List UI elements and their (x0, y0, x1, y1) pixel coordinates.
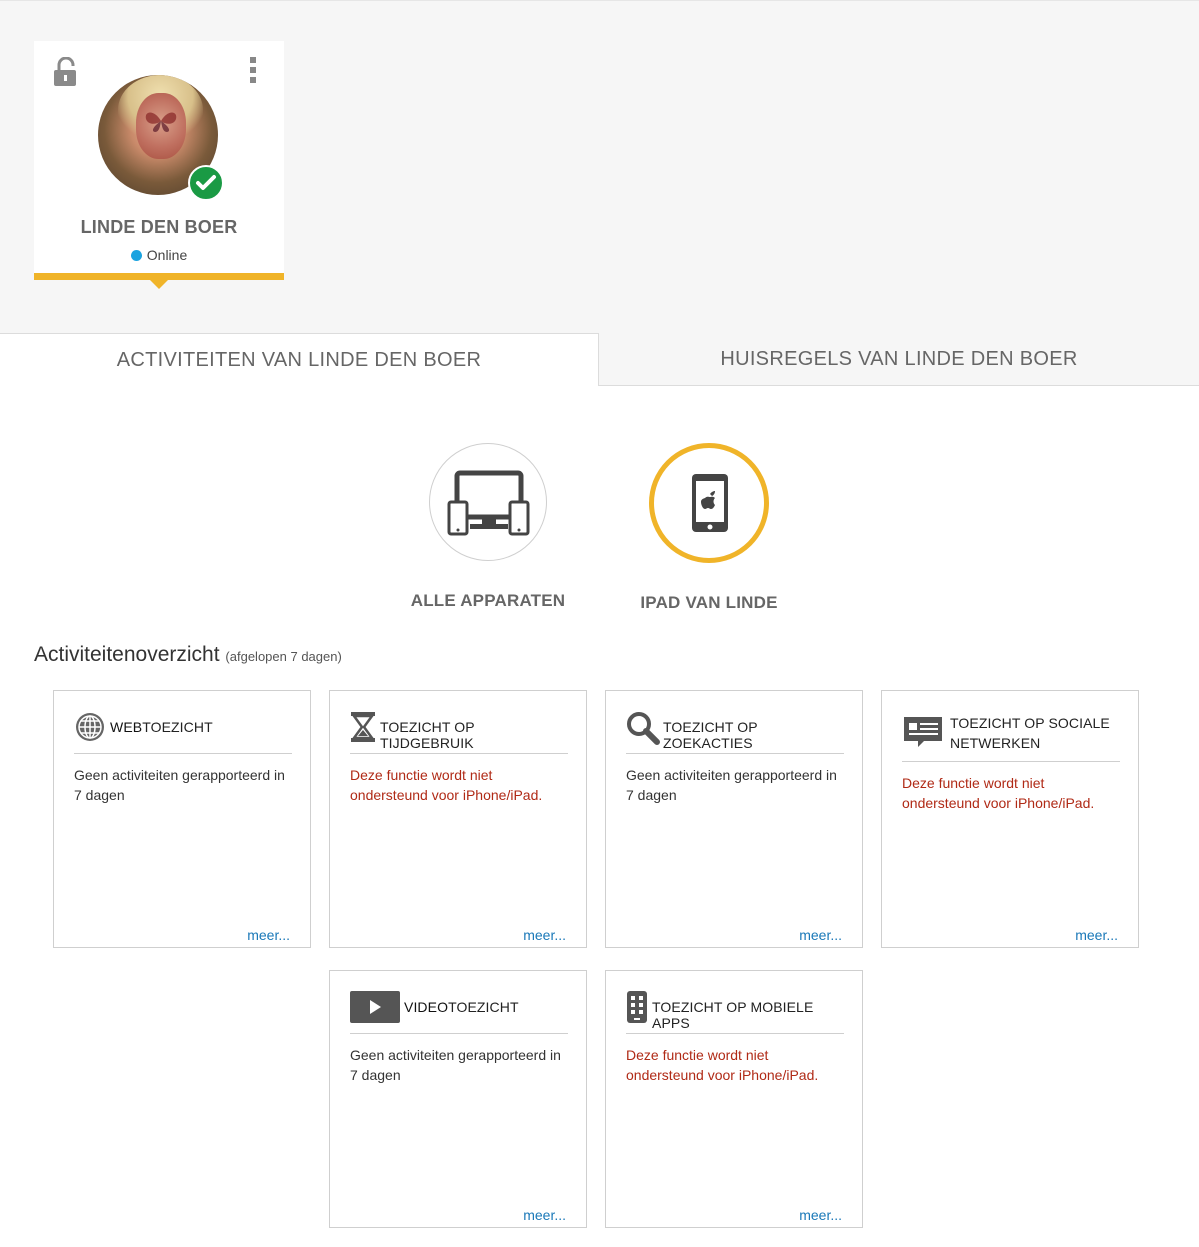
tab-activities[interactable]: ACTIVITEITEN VAN LINDE DEN BOER (0, 333, 599, 386)
tab-house-rules[interactable]: HUISREGELS VAN LINDE DEN BOER (599, 333, 1199, 386)
more-link[interactable]: meer... (523, 1207, 566, 1223)
card-message: Deze functie wordt niet ondersteund voor… (902, 775, 1095, 811)
card-message: Geen activiteiten gerapporteerd in 7 dag… (350, 1047, 561, 1083)
all-devices-icon[interactable] (429, 443, 547, 561)
card-social-networks: TOEZICHT OP SOCIALE NETWERKEN Deze funct… (881, 690, 1139, 948)
social-network-icon (904, 717, 942, 747)
online-status: Online (34, 247, 284, 263)
device-ipad[interactable]: IPAD VAN LINDE (609, 443, 809, 613)
overview-heading: Activiteitenoverzicht (34, 643, 220, 666)
card-title: TOEZICHT OP TIJDGEBRUIK (380, 719, 475, 751)
card-mobile-apps: TOEZICHT OP MOBIELE APPS Deze functie wo… (605, 970, 863, 1228)
overview-title: Activiteitenoverzicht (afgelopen 7 dagen… (34, 643, 342, 667)
status-dot-icon (130, 250, 142, 261)
more-link[interactable]: meer... (1075, 927, 1118, 943)
more-link[interactable]: meer... (523, 927, 566, 943)
face-paint-butterfly (145, 112, 177, 132)
hourglass-icon (351, 712, 375, 742)
device-label: IPAD VAN LINDE (640, 593, 778, 612)
card-header: TOEZICHT OP MOBIELE APPS (626, 989, 844, 1034)
card-message: Geen activiteiten gerapporteerd in 7 dag… (74, 767, 285, 803)
more-options-icon[interactable] (246, 57, 260, 87)
card-header: TOEZICHT OP SOCIALE NETWERKEN (902, 709, 1120, 762)
card-video-monitoring: VIDEOTOEZICHT Geen activiteiten gerappor… (329, 970, 587, 1228)
card-title: TOEZICHT OP ZOEKACTIES (663, 719, 758, 751)
profile-name: LINDE DEN BOER (80, 217, 238, 237)
mobile-apps-icon (627, 991, 647, 1023)
card-time-usage: TOEZICHT OP TIJDGEBRUIK Deze functie wor… (329, 690, 587, 948)
more-link[interactable]: meer... (799, 927, 842, 943)
globe-icon (76, 713, 104, 741)
card-header: VIDEOTOEZICHT (350, 989, 568, 1034)
more-link[interactable]: meer... (247, 927, 290, 943)
device-label: ALLE APPARATEN (410, 591, 566, 610)
card-title: WEBTOEZICHT (110, 719, 213, 735)
verified-check-icon (188, 165, 224, 201)
status-text: Online (146, 247, 188, 263)
video-play-icon (350, 991, 400, 1023)
card-title: VIDEOTOEZICHT (404, 999, 519, 1015)
search-icon (627, 712, 660, 745)
ipad-icon[interactable] (649, 443, 769, 563)
selected-indicator-bar (34, 273, 284, 280)
card-message: Geen activiteiten gerapporteerd in 7 dag… (626, 767, 837, 803)
card-title: TOEZICHT OP SOCIALE NETWERKEN (950, 715, 1110, 751)
device-all-devices[interactable]: ALLE APPARATEN (388, 443, 588, 611)
card-header: TOEZICHT OP ZOEKACTIES (626, 709, 844, 754)
card-web-monitoring: WEBTOEZICHT Geen activiteiten gerapporte… (53, 690, 311, 948)
card-message: Deze functie wordt niet ondersteund voor… (350, 767, 543, 803)
overview-subtitle: (afgelopen 7 dagen) (225, 649, 342, 664)
card-header: WEBTOEZICHT (74, 709, 292, 754)
selected-indicator-pointer (150, 280, 168, 289)
unlocked-padlock-icon[interactable] (53, 57, 79, 87)
card-title: TOEZICHT OP MOBIELE APPS (652, 999, 814, 1031)
card-search-monitoring: TOEZICHT OP ZOEKACTIES Geen activiteiten… (605, 690, 863, 948)
profile-card[interactable]: LINDE DEN BOER Online (34, 41, 284, 289)
card-message: Deze functie wordt niet ondersteund voor… (626, 1047, 819, 1083)
more-link[interactable]: meer... (799, 1207, 842, 1223)
card-header: TOEZICHT OP TIJDGEBRUIK (350, 709, 568, 754)
profile-area: LINDE DEN BOER Online (0, 0, 1199, 335)
